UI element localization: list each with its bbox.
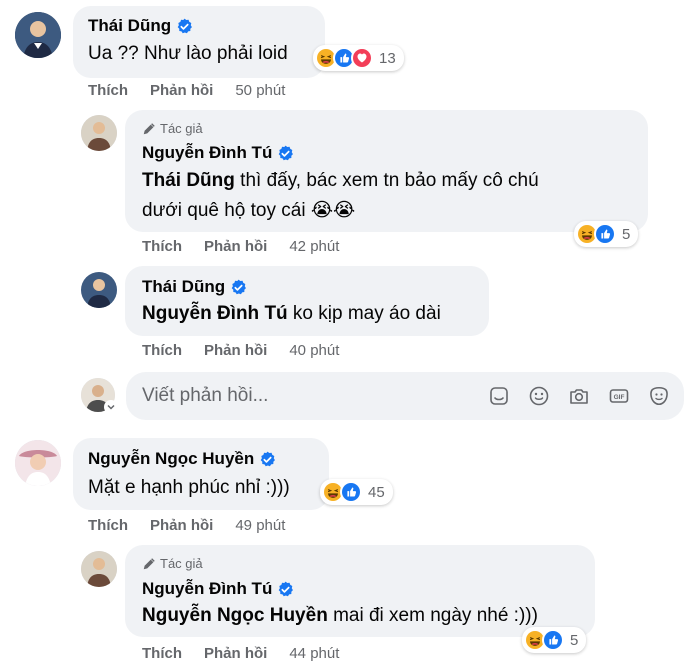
like-button[interactable]: Thích — [142, 238, 182, 255]
camera-icon[interactable] — [568, 385, 590, 407]
reply-button[interactable]: Phản hồi — [150, 517, 213, 534]
reaction-summary[interactable]: 45 — [320, 479, 393, 505]
like-button[interactable]: Thích — [142, 342, 182, 359]
avatar[interactable] — [81, 272, 117, 308]
comment-author-row: Thái Dũng — [142, 277, 247, 297]
reaction-count: 5 — [570, 631, 579, 649]
comment-author-row: Nguyễn Đình Tú — [142, 579, 294, 599]
pen-icon — [142, 122, 156, 136]
comment-text-line: dưới quê hộ toy cái 😭😭 — [142, 200, 356, 221]
author-tag: Tác giả — [142, 121, 203, 136]
gif-icon[interactable]: GIF — [608, 385, 630, 407]
avatar[interactable] — [15, 440, 61, 486]
comment-author-row: Nguyễn Đình Tú — [142, 143, 294, 163]
mention-link[interactable]: Nguyễn Đình Tú — [142, 303, 288, 324]
comment-text: Nguyễn Ngọc Huyền mai đi xem ngày nhé :)… — [142, 602, 538, 630]
reaction-count: 5 — [622, 225, 631, 243]
comment-text: Nguyễn Đình Tú ko kịp may áo dài — [142, 300, 441, 328]
pen-icon — [142, 557, 156, 571]
like-reaction-icon — [594, 223, 616, 245]
comment-author-row: Nguyễn Ngọc Huyền — [88, 449, 276, 469]
comment-timestamp[interactable]: 50 phút — [235, 82, 285, 99]
comment-timestamp[interactable]: 40 phút — [289, 342, 339, 359]
verified-badge-icon — [230, 279, 247, 296]
reaction-summary[interactable]: 5 — [574, 221, 639, 247]
comment-text: Ua ?? Như lào phải loid — [88, 43, 288, 64]
author-name[interactable]: Thái Dũng — [142, 277, 225, 297]
comment-timestamp[interactable]: 44 phút — [289, 645, 339, 662]
author-name[interactable]: Nguyễn Ngọc Huyền — [88, 449, 254, 469]
author-name[interactable]: Nguyễn Đình Tú — [142, 579, 272, 599]
reaction-count: 45 — [368, 483, 385, 501]
comment-actions: Thích Phản hồi 44 phút — [142, 645, 339, 662]
love-reaction-icon — [351, 47, 373, 69]
svg-text:GIF: GIF — [614, 394, 625, 401]
emoji-icon[interactable] — [528, 385, 550, 407]
author-tag: Tác giả — [142, 556, 203, 571]
comment-text-body: ko kịp may áo dài — [287, 303, 441, 324]
reply-button[interactable]: Phản hồi — [150, 82, 213, 99]
comment-text: Mặt e hạnh phúc nhỉ :))) — [88, 477, 290, 498]
reply-button[interactable]: Phản hồi — [204, 238, 267, 255]
avatar-sticker-icon[interactable] — [648, 385, 670, 407]
verified-badge-icon — [259, 451, 276, 468]
like-reaction-icon — [340, 481, 362, 503]
reply-button[interactable]: Phản hồi — [204, 645, 267, 662]
comment-author-row: Thái Dũng — [88, 16, 193, 36]
reply-button[interactable]: Phản hồi — [204, 342, 267, 359]
comment-actions: Thích Phản hồi 49 phút — [88, 517, 285, 534]
comment-timestamp[interactable]: 42 phút — [289, 238, 339, 255]
reaction-summary[interactable]: 13 — [313, 45, 404, 71]
comment-text-body: mai đi xem ngày nhé :))) — [327, 605, 538, 626]
author-tag-label: Tác giả — [160, 121, 203, 136]
comment-actions: Thích Phản hồi 40 phút — [142, 342, 339, 359]
sticker-icon[interactable] — [488, 385, 510, 407]
mention-link[interactable]: Thái Dũng — [142, 170, 235, 191]
author-tag-label: Tác giả — [160, 556, 203, 571]
verified-badge-icon — [176, 18, 193, 35]
like-button[interactable]: Thích — [88, 517, 128, 534]
like-reaction-icon — [542, 629, 564, 651]
author-name[interactable]: Thái Dũng — [88, 16, 171, 36]
verified-badge-icon — [277, 145, 294, 162]
author-name[interactable]: Nguyễn Đình Tú — [142, 143, 272, 163]
reply-box: GIF — [126, 372, 684, 420]
reply-toolbar: GIF — [488, 385, 684, 407]
avatar[interactable] — [15, 12, 61, 58]
comment-actions: Thích Phản hồi 50 phút — [88, 82, 285, 99]
comment-text-line: thì đấy, bác xem tn bảo mấy cô chú — [234, 170, 539, 191]
avatar[interactable] — [81, 115, 117, 151]
like-button[interactable]: Thích — [142, 645, 182, 662]
avatar[interactable] — [81, 551, 117, 587]
verified-badge-icon — [277, 581, 294, 598]
comment-text: Thái Dũng thì đấy, bác xem tn bảo mấy cô… — [142, 167, 539, 195]
comment-actions: Thích Phản hồi 42 phút — [142, 238, 339, 255]
chevron-down-icon[interactable] — [104, 400, 118, 414]
reaction-count: 13 — [379, 49, 396, 67]
like-button[interactable]: Thích — [88, 82, 128, 99]
mention-link[interactable]: Nguyễn Ngọc Huyền — [142, 605, 328, 626]
reaction-summary[interactable]: 5 — [522, 627, 587, 653]
comment-timestamp[interactable]: 49 phút — [235, 517, 285, 534]
reply-input[interactable] — [126, 385, 488, 407]
